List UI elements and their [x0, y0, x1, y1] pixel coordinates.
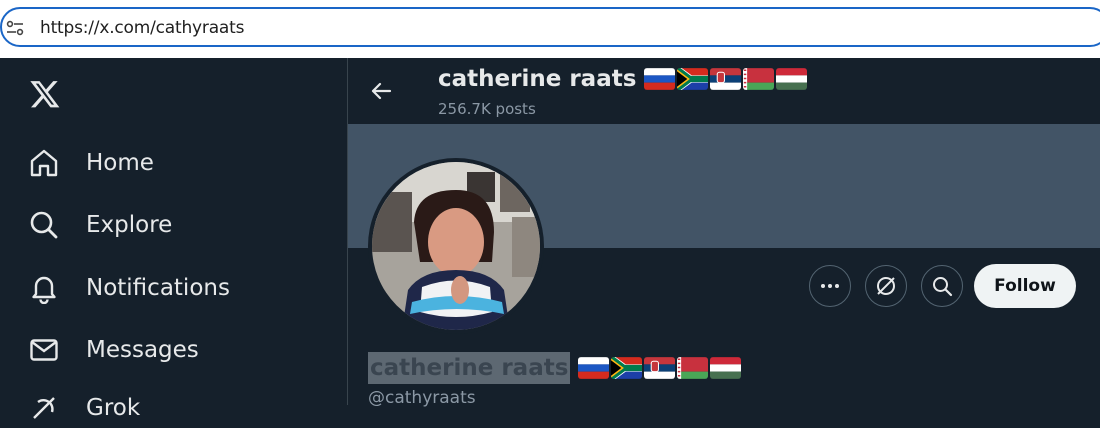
- belarus-flag-icon: [743, 68, 775, 90]
- search-icon: [30, 211, 58, 239]
- hungary-flag-icon: [776, 68, 808, 90]
- grok-icon: [33, 397, 55, 419]
- profile-display-name: catherine raats: [368, 352, 571, 384]
- south-africa-flag-icon: [677, 68, 709, 90]
- serbia-flag-icon: [710, 68, 742, 90]
- profile-column: catherine raats 256.7K posts Follow cath…: [348, 58, 1100, 408]
- sidebar-item-label: Notifications: [86, 275, 230, 301]
- search-icon: [933, 277, 953, 297]
- header-flags: [644, 68, 808, 90]
- belarus-flag-icon: [677, 357, 709, 379]
- russia-flag-icon: [644, 68, 676, 90]
- profile-header-bar: catherine raats 256.7K posts: [348, 58, 1100, 124]
- bell-icon: [32, 276, 56, 304]
- post-count: 256.7K posts: [438, 100, 536, 118]
- envelope-icon: [30, 339, 58, 361]
- profile-flags: [578, 357, 742, 379]
- back-arrow-icon[interactable]: [370, 80, 392, 102]
- sidebar-item-explore[interactable]: Explore: [28, 205, 172, 245]
- profile-name-row: catherine raats: [368, 352, 742, 384]
- russia-flag-icon: [578, 357, 610, 379]
- grok-slash-icon: [877, 277, 895, 295]
- avatar[interactable]: [368, 158, 544, 334]
- serbia-flag-icon: [644, 357, 676, 379]
- sidebar-item-label: Messages: [86, 337, 199, 363]
- header-display-name: catherine raats: [438, 66, 637, 92]
- south-africa-flag-icon: [611, 357, 643, 379]
- sidebar-item-label: Grok: [86, 395, 141, 421]
- hungary-flag-icon: [710, 357, 742, 379]
- avatar-photo: [372, 162, 540, 330]
- x-logo-icon[interactable]: [28, 78, 62, 110]
- url-text[interactable]: https://x.com/cathyraats: [40, 18, 244, 38]
- more-options-button[interactable]: [809, 265, 851, 307]
- sidebar-item-label: Home: [86, 150, 154, 176]
- home-icon: [30, 149, 58, 177]
- grok-profile-button[interactable]: [865, 265, 907, 307]
- search-profile-button[interactable]: [921, 265, 963, 307]
- profile-handle: @cathyraats: [368, 388, 476, 408]
- site-settings-icon[interactable]: [6, 20, 24, 36]
- browser-address-bar: https://x.com/cathyraats: [0, 0, 1100, 58]
- sidebar-item-label: Explore: [86, 212, 173, 238]
- sidebar-item-messages[interactable]: Messages: [28, 330, 199, 370]
- follow-button[interactable]: Follow: [974, 264, 1076, 308]
- sidebar-item-notifications[interactable]: Notifications: [28, 268, 230, 308]
- sidebar: Home Explore Notifications Messages Grok: [0, 58, 347, 421]
- sidebar-item-home[interactable]: Home: [28, 143, 154, 183]
- sidebar-item-grok[interactable]: Grok: [28, 388, 140, 428]
- more-dots-icon: [821, 284, 839, 288]
- header-name-row: catherine raats: [438, 66, 808, 92]
